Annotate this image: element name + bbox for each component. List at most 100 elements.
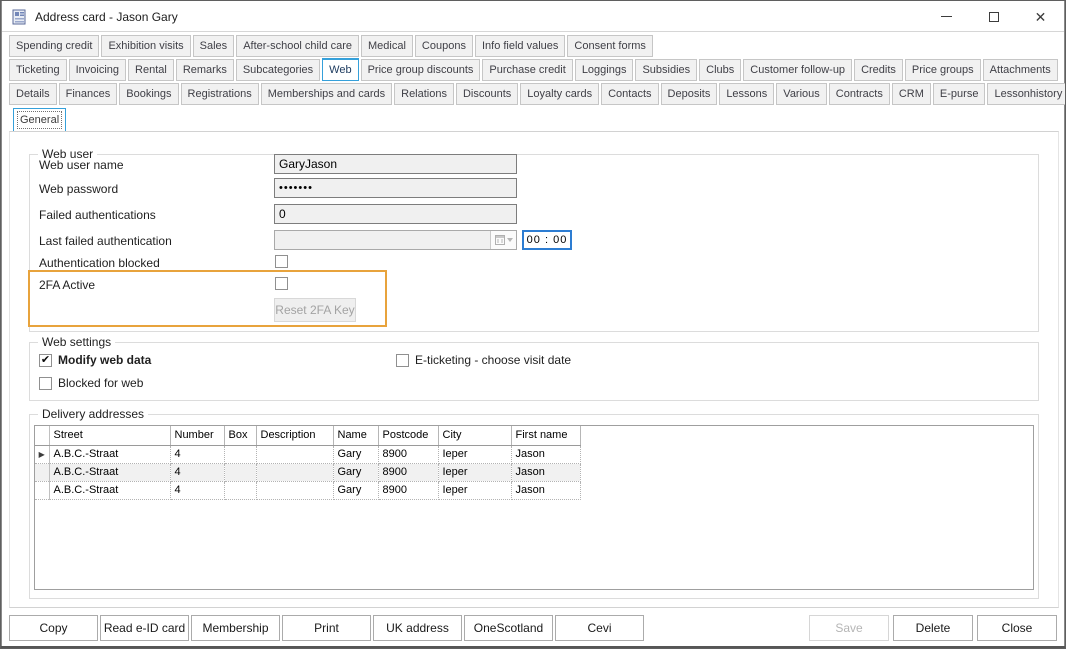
- grid-cell[interactable]: Ieper: [438, 445, 511, 463]
- maximize-button[interactable]: [970, 2, 1017, 31]
- grid-cell[interactable]: [224, 445, 256, 463]
- tab-remarks[interactable]: Remarks: [176, 59, 234, 81]
- grid-cell[interactable]: 8900: [378, 445, 438, 463]
- tab-e-purse[interactable]: E-purse: [933, 83, 986, 105]
- column-header-description[interactable]: Description: [256, 426, 333, 445]
- tfa-active-checkbox[interactable]: [275, 277, 288, 290]
- tab-subsidies[interactable]: Subsidies: [635, 59, 697, 81]
- uk-address-button[interactable]: UK address: [373, 615, 462, 641]
- tab-ticketing[interactable]: Ticketing: [9, 59, 67, 81]
- tab-rental[interactable]: Rental: [128, 59, 174, 81]
- grid-cell[interactable]: Ieper: [438, 481, 511, 499]
- tab-purchase-credit[interactable]: Purchase credit: [482, 59, 572, 81]
- tab-price-group-discounts[interactable]: Price group discounts: [361, 59, 481, 81]
- grid-cell[interactable]: 4: [170, 463, 224, 481]
- grid-cell[interactable]: 4: [170, 445, 224, 463]
- date-value[interactable]: [275, 231, 490, 249]
- tab-relations[interactable]: Relations: [394, 83, 454, 105]
- tab-coupons[interactable]: Coupons: [415, 35, 473, 57]
- column-header-box[interactable]: Box: [224, 426, 256, 445]
- cevi-button[interactable]: Cevi: [555, 615, 644, 641]
- save-button[interactable]: Save: [809, 615, 889, 641]
- reset-2fa-key-button[interactable]: Reset 2FA Key: [274, 298, 356, 322]
- tab-price-groups[interactable]: Price groups: [905, 59, 981, 81]
- tab-subcategories[interactable]: Subcategories: [236, 59, 320, 81]
- tab-clubs[interactable]: Clubs: [699, 59, 741, 81]
- checkbox-row-modify-web-data[interactable]: ✔Modify web data: [39, 353, 151, 367]
- grid-cell[interactable]: 8900: [378, 463, 438, 481]
- tab-lessons[interactable]: Lessons: [719, 83, 774, 105]
- grid-cell[interactable]: Jason: [511, 463, 580, 481]
- grid-cell[interactable]: [256, 463, 333, 481]
- table-row[interactable]: A.B.C.-Straat4Gary8900IeperJason: [35, 481, 580, 499]
- blocked-for-web-checkbox[interactable]: [39, 377, 52, 390]
- row-selector[interactable]: [35, 481, 49, 499]
- tab-bookings[interactable]: Bookings: [119, 83, 178, 105]
- tab-various[interactable]: Various: [776, 83, 826, 105]
- copy-button[interactable]: Copy: [9, 615, 98, 641]
- grid-cell[interactable]: [256, 445, 333, 463]
- table-row[interactable]: ▶A.B.C.-Straat4Gary8900IeperJason: [35, 445, 580, 463]
- grid-cell[interactable]: 8900: [378, 481, 438, 499]
- tab-finances[interactable]: Finances: [59, 83, 118, 105]
- column-header-street[interactable]: Street: [49, 426, 170, 445]
- tab-attachments[interactable]: Attachments: [983, 59, 1058, 81]
- grid-cell[interactable]: A.B.C.-Straat: [49, 463, 170, 481]
- close-button[interactable]: ✕: [1017, 2, 1064, 31]
- grid-cell[interactable]: Jason: [511, 445, 580, 463]
- tab-memberships-and-cards[interactable]: Memberships and cards: [261, 83, 392, 105]
- table-row[interactable]: A.B.C.-Straat4 Gary8900IeperJason: [35, 463, 580, 481]
- minimize-button[interactable]: [923, 2, 970, 31]
- grid-cell[interactable]: Gary: [333, 481, 378, 499]
- tab-web[interactable]: Web: [322, 58, 358, 81]
- column-header-number[interactable]: Number: [170, 426, 224, 445]
- e-ticketing-choose-visit-date-checkbox[interactable]: [396, 354, 409, 367]
- column-header-first-name[interactable]: First name: [511, 426, 580, 445]
- membership-button[interactable]: Membership: [191, 615, 280, 641]
- tab-general[interactable]: General: [13, 108, 66, 132]
- tab-customer-follow-up[interactable]: Customer follow-up: [743, 59, 852, 81]
- checkbox-row-e-ticketing-choose-visit-date[interactable]: E-ticketing - choose visit date: [396, 353, 571, 367]
- grid-cell[interactable]: [256, 481, 333, 499]
- tab-lessonhistory[interactable]: Lessonhistory: [987, 83, 1066, 105]
- web-password-input[interactable]: •••••••: [274, 178, 517, 198]
- grid-cell[interactable]: A.B.C.-Straat: [49, 481, 170, 499]
- grid-corner-cell[interactable]: [35, 426, 49, 445]
- tab-contracts[interactable]: Contracts: [829, 83, 890, 105]
- tab-loggings[interactable]: Loggings: [575, 59, 634, 81]
- grid-cell[interactable]: Ieper: [438, 463, 511, 481]
- failed-authentications-input[interactable]: 0: [274, 204, 517, 224]
- authentication-blocked-checkbox[interactable]: [275, 255, 288, 268]
- column-header-city[interactable]: City: [438, 426, 511, 445]
- grid-cell[interactable]: A.B.C.-Straat: [49, 445, 170, 463]
- tab-spending-credit[interactable]: Spending credit: [9, 35, 99, 57]
- tab-invoicing[interactable]: Invoicing: [69, 59, 126, 81]
- tab-details[interactable]: Details: [9, 83, 57, 105]
- tab-loyalty-cards[interactable]: Loyalty cards: [520, 83, 599, 105]
- read-e-id-card-button[interactable]: Read e-ID card: [100, 615, 189, 641]
- address-card-icon[interactable]: [11, 9, 27, 25]
- date-dropdown-button[interactable]: [490, 231, 516, 249]
- tab-consent-forms[interactable]: Consent forms: [567, 35, 653, 57]
- onescotland-button[interactable]: OneScotland: [464, 615, 553, 641]
- row-selector[interactable]: ▶: [35, 445, 49, 463]
- grid-cell[interactable]: [224, 463, 256, 481]
- tab-medical[interactable]: Medical: [361, 35, 413, 57]
- tab-sales[interactable]: Sales: [193, 35, 235, 57]
- tab-exhibition-visits[interactable]: Exhibition visits: [101, 35, 190, 57]
- grid-cell[interactable]: Gary: [333, 463, 378, 481]
- tab-credits[interactable]: Credits: [854, 59, 903, 81]
- tab-registrations[interactable]: Registrations: [181, 83, 259, 105]
- checkbox-row-blocked-for-web[interactable]: Blocked for web: [39, 376, 143, 390]
- column-header-postcode[interactable]: Postcode: [378, 426, 438, 445]
- tab-crm[interactable]: CRM: [892, 83, 931, 105]
- tab-contacts[interactable]: Contacts: [601, 83, 658, 105]
- grid-cell[interactable]: [224, 481, 256, 499]
- modify-web-data-checkbox[interactable]: ✔: [39, 354, 52, 367]
- row-selector[interactable]: [35, 463, 49, 481]
- tab-discounts[interactable]: Discounts: [456, 83, 518, 105]
- column-header-name[interactable]: Name: [333, 426, 378, 445]
- grid-cell[interactable]: Jason: [511, 481, 580, 499]
- last-failed-authentication-date-picker[interactable]: [274, 230, 517, 250]
- close-button[interactable]: Close: [977, 615, 1057, 641]
